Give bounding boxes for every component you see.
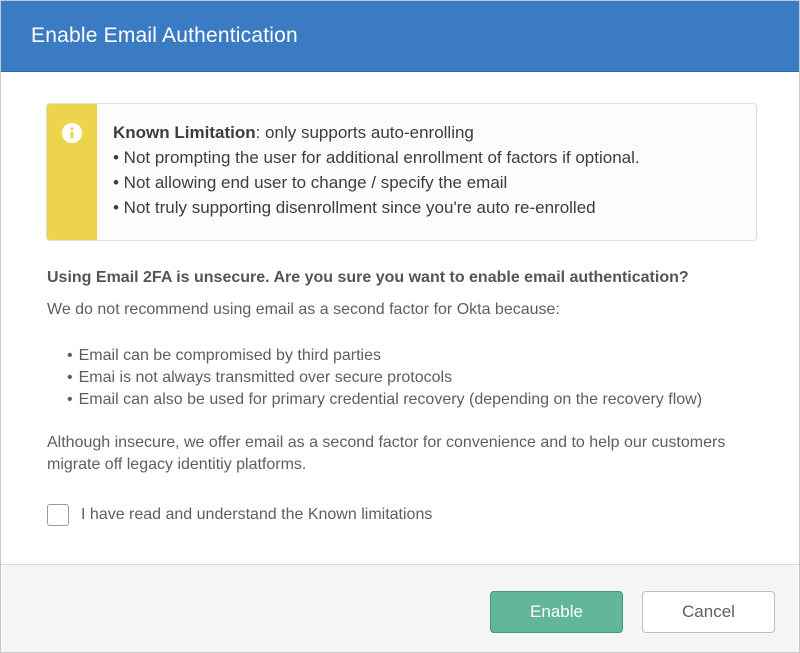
warning-intro: We do not recommend using email as a sec… [47,301,560,318]
acknowledgement-label[interactable]: I have read and understand the Known lim… [81,506,432,524]
callout-accent-stripe [47,104,97,240]
warning-conclusion: Although insecure, we offer email as a s… [47,434,726,473]
dialog-body: Known Limitation: only supports auto-enr… [1,72,799,564]
callout-item: • Not truly supporting disenrollment sin… [113,198,596,217]
list-item: Emai is not always transmitted over secu… [67,367,702,389]
known-limitation-callout: Known Limitation: only supports auto-enr… [46,103,757,241]
callout-heading-bold: Known Limitation [113,123,256,142]
acknowledgement-checkbox[interactable] [47,504,69,526]
list-item: Email can also be used for primary crede… [67,389,702,411]
info-icon [62,123,82,143]
enable-email-auth-dialog: Enable Email Authentication Known Limita… [0,0,800,653]
list-item: Email can be compromised by third partie… [67,345,702,367]
callout-heading: Known Limitation: only supports auto-enr… [113,120,640,145]
callout-heading-rest: : only supports auto-enrolling [255,123,474,142]
acknowledgement-row[interactable]: I have read and understand the Known lim… [47,504,432,526]
callout-item: • Not allowing end user to change / spec… [113,173,508,192]
enable-button[interactable]: Enable [490,591,623,633]
warning-heading: Using Email 2FA is unsecure. Are you sur… [47,269,689,286]
callout-content: Known Limitation: only supports auto-enr… [97,104,640,240]
callout-item: • Not prompting the user for additional … [113,148,640,167]
dialog-footer: Enable Cancel [1,564,799,652]
cancel-button[interactable]: Cancel [642,591,775,633]
dialog-header: Enable Email Authentication [1,1,799,72]
reason-list: Email can be compromised by third partie… [67,345,702,411]
dialog-title: Enable Email Authentication [31,24,298,47]
